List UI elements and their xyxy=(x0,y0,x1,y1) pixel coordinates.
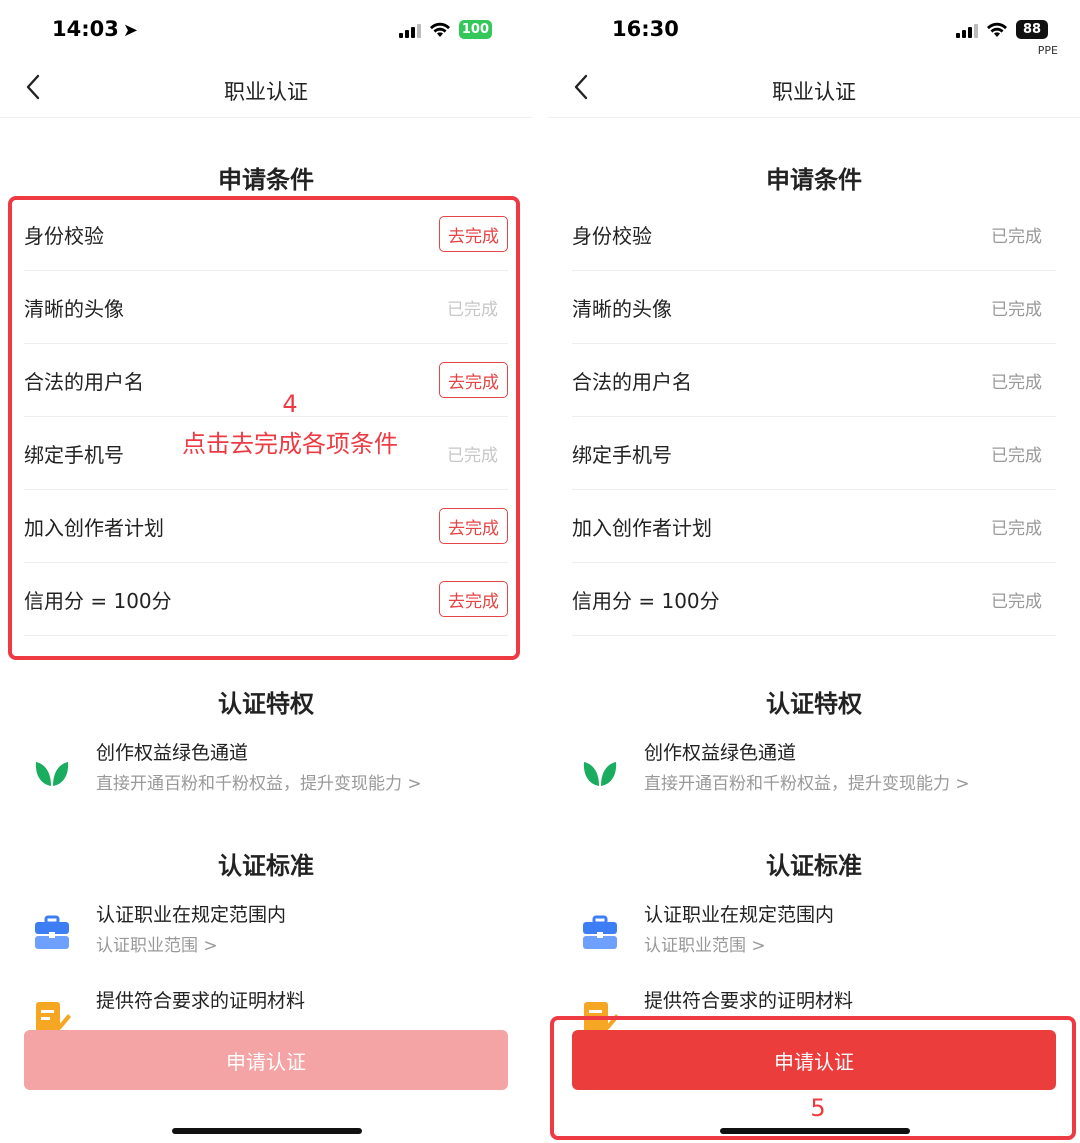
wifi-icon xyxy=(987,22,1007,37)
condition-label: 绑定手机号 xyxy=(572,442,672,467)
carrier-tag: PPE xyxy=(1037,44,1058,57)
standards-title: 认证标准 xyxy=(766,852,862,880)
battery-level: 100 xyxy=(461,22,489,37)
annotation-step-number: 4 xyxy=(282,390,298,418)
standard-item-occupation[interactable]: 认证职业在规定范围内 认证职业范围 > xyxy=(0,900,532,970)
completed-status: 已完成 xyxy=(991,445,1042,466)
status-icons: 100 xyxy=(398,20,492,39)
condition-label: 合法的用户名 xyxy=(572,369,692,394)
page-title: 职业认证 xyxy=(772,80,856,104)
completed-status: 已完成 xyxy=(991,299,1042,320)
standard-item-occupation[interactable]: 认证职业在规定范围内 认证职业范围 > xyxy=(548,900,1080,970)
standard-subtitle-link[interactable]: 认证职业范围 > xyxy=(96,931,218,956)
leaf-icon xyxy=(35,762,69,786)
condition-row-credit-score: 信用分 = 100分 已完成 xyxy=(572,563,1056,636)
battery-level: 88 xyxy=(1022,22,1042,37)
status-time: 16:30 xyxy=(612,17,679,41)
annotation-instruction: 点击去完成各项条件 xyxy=(182,430,398,458)
standard-subtitle-link[interactable]: 认证职业范围 > xyxy=(644,931,766,956)
condition-row-avatar: 清晰的头像 已完成 xyxy=(572,271,1056,344)
privilege-item[interactable]: 创作权益绿色通道 直接开通百粉和千粉权益，提升变现能力 > xyxy=(548,738,1080,808)
home-indicator xyxy=(172,1128,362,1134)
signal-icon xyxy=(398,22,421,38)
nav-bar: 职业认证 xyxy=(548,62,1080,118)
condition-row-username: 合法的用户名 已完成 xyxy=(572,344,1056,417)
status-bar: 14:03 ➤ 100 xyxy=(0,0,532,62)
battery-icon: 88 xyxy=(1016,20,1048,39)
privilege-subtitle-link[interactable]: 直接开通百粉和千粉权益，提升变现能力 > xyxy=(644,769,970,794)
conditions-list: 身份校验 已完成 清晰的头像 已完成 合法的用户名 已完成 绑定手机号 已完成 … xyxy=(572,198,1056,636)
location-arrow-icon: ➤ xyxy=(122,20,138,41)
briefcase-icon xyxy=(583,915,617,949)
condition-row-creator-plan: 加入创作者计划 已完成 xyxy=(572,490,1056,563)
wifi-icon xyxy=(429,22,450,37)
privileges-title: 认证特权 xyxy=(218,690,314,718)
condition-label: 信用分 = 100分 xyxy=(572,588,720,613)
standard-title: 提供符合要求的证明材料 xyxy=(644,990,854,1012)
completed-status: 已完成 xyxy=(991,591,1042,612)
privilege-title: 创作权益绿色通道 xyxy=(644,742,797,764)
conditions-title: 申请条件 xyxy=(766,166,862,194)
standard-title: 提供符合要求的证明材料 xyxy=(96,990,306,1012)
standard-title: 认证职业在规定范围内 xyxy=(96,904,287,926)
privilege-item[interactable]: 创作权益绿色通道 直接开通百粉和千粉权益，提升变现能力 > xyxy=(0,738,532,808)
battery-icon: 100 xyxy=(458,20,492,39)
leaf-icon xyxy=(583,762,617,786)
completed-status: 已完成 xyxy=(991,226,1042,247)
annotation-step-number: 5 xyxy=(810,1094,826,1122)
status-bar: 16:30 88 PPE xyxy=(548,0,1080,62)
page-title: 职业认证 xyxy=(224,80,308,104)
status-time: 14:03 ➤ xyxy=(52,17,138,41)
conditions-title: 申请条件 xyxy=(218,166,314,194)
apply-certification-button[interactable]: 申请认证 xyxy=(24,1030,508,1090)
completed-status: 已完成 xyxy=(991,518,1042,539)
condition-label: 身份校验 xyxy=(572,223,652,248)
condition-row-phone: 绑定手机号 已完成 xyxy=(572,417,1056,490)
status-time-text: 16:30 xyxy=(612,17,679,41)
status-time-text: 14:03 xyxy=(52,17,119,41)
briefcase-icon xyxy=(35,915,69,949)
status-icons: 88 xyxy=(956,20,1048,39)
left-phone-screen: 14:03 ➤ 100 职业认证 申请条件 身份校验 去完成 清晰的头像 已完成… xyxy=(0,0,532,1143)
standard-title: 认证职业在规定范围内 xyxy=(644,904,835,926)
condition-row-identity: 身份校验 已完成 xyxy=(572,198,1056,271)
privileges-title: 认证特权 xyxy=(766,690,862,718)
privilege-subtitle-link[interactable]: 直接开通百粉和千粉权益，提升变现能力 > xyxy=(96,769,422,794)
condition-label: 加入创作者计划 xyxy=(572,515,712,540)
right-phone-screen: 16:30 88 PPE 职业认证 申请条件 身份校验 已完成 清晰的头像 已完… xyxy=(548,0,1080,1143)
standards-title: 认证标准 xyxy=(218,852,314,880)
nav-bar: 职业认证 xyxy=(0,62,532,118)
privilege-title: 创作权益绿色通道 xyxy=(96,742,249,764)
signal-icon xyxy=(956,22,978,38)
completed-status: 已完成 xyxy=(991,372,1042,393)
condition-label: 清晰的头像 xyxy=(572,296,672,321)
